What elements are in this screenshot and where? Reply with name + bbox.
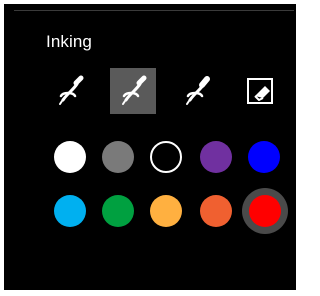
color-swatch-light-blue[interactable] <box>54 195 86 227</box>
color-swatch-red[interactable] <box>249 195 281 227</box>
inking-panel: Inking <box>4 4 296 290</box>
color-swatch-hollow-white[interactable] <box>150 141 182 173</box>
color-swatch-white[interactable] <box>54 141 86 173</box>
color-swatch-orange-yellow[interactable] <box>150 195 182 227</box>
color-palette <box>4 4 296 296</box>
color-swatch-green[interactable] <box>102 195 134 227</box>
color-swatch-orange[interactable] <box>200 195 232 227</box>
color-swatch-purple[interactable] <box>200 141 232 173</box>
color-swatch-gray[interactable] <box>102 141 134 173</box>
color-swatch-blue[interactable] <box>248 141 280 173</box>
